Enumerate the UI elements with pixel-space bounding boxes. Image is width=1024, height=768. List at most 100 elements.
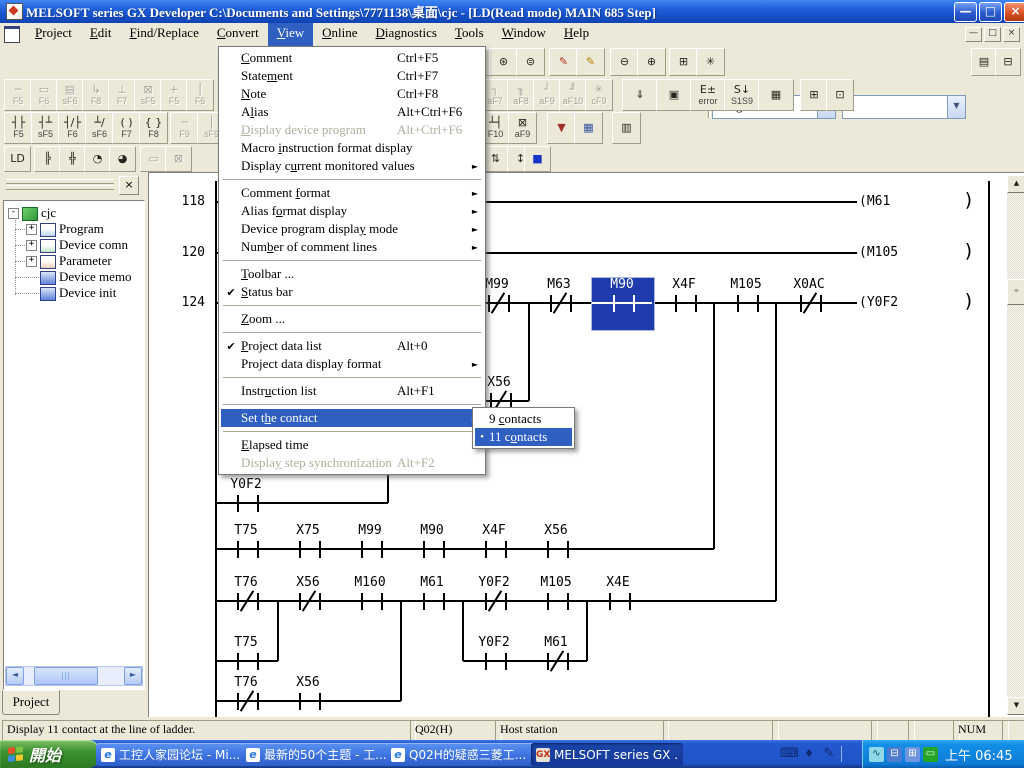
contact-no-m99[interactable]: [361, 541, 383, 558]
menu-item-toolbar-[interactable]: Toolbar ...: [221, 265, 483, 283]
contact-no-x56[interactable]: [299, 693, 321, 710]
contact-no-m160[interactable]: [361, 593, 383, 610]
coil-m61[interactable]: (M61: [859, 194, 890, 209]
connection-tray-icon[interactable]: ⊞: [905, 747, 920, 762]
contact-nc-y0f2[interactable]: [485, 593, 507, 610]
ladder-mode-button[interactable]: LD: [4, 146, 31, 172]
tree-item-program[interactable]: Program: [59, 221, 104, 237]
statement-tool-button[interactable]: ⊠: [165, 146, 192, 172]
batch-monitor-button[interactable]: ▦: [574, 112, 603, 144]
line-f8-button[interactable]: ↳F8: [82, 79, 110, 111]
find-replace-window-button[interactable]: ◕: [109, 146, 136, 172]
ladder-list-button[interactable]: ▥: [612, 112, 641, 144]
taskbar-task-3[interactable]: eQ02H的疑惑三菱工...: [386, 743, 538, 766]
convert-button[interactable]: ⇓: [622, 79, 658, 111]
comment-search-button[interactable]: ✳: [696, 48, 725, 76]
panel-close-button[interactable]: ×: [119, 176, 139, 195]
line-f5b-button[interactable]: +F5: [160, 79, 188, 111]
scroll-down-icon[interactable]: ▼: [1007, 697, 1024, 715]
project-data-toggle-button[interactable]: ╠: [34, 146, 61, 172]
contact-nc-t76[interactable]: [237, 693, 259, 710]
contact-no-y0f2[interactable]: [237, 495, 259, 512]
scroll-up-icon[interactable]: ▲: [1007, 175, 1024, 193]
contact-no-m105[interactable]: [737, 295, 759, 312]
menubar-item-diagnostics[interactable]: Diagnostics: [367, 23, 446, 46]
menubar-item-convert[interactable]: Convert: [208, 23, 268, 46]
menu-item-statement[interactable]: StatementCtrl+F7: [221, 67, 483, 85]
menubar-item-help[interactable]: Help: [555, 23, 598, 46]
comment-tool-button[interactable]: ▭: [140, 146, 167, 172]
activity-tray-icon[interactable]: ∿: [869, 747, 884, 762]
panel-grip[interactable]: [6, 185, 114, 190]
keyboard-icon[interactable]: ⌨: [780, 745, 798, 763]
document-icon[interactable]: [4, 26, 20, 43]
panel-grip[interactable]: [6, 179, 114, 184]
menubar-item-view[interactable]: View: [268, 23, 313, 46]
scrollbar-thumb[interactable]: [34, 667, 98, 685]
zoom-in-button[interactable]: ⊕: [637, 48, 666, 76]
tab-project[interactable]: Project: [2, 690, 60, 715]
wire-af9-button[interactable]: ┘aF9: [533, 79, 561, 111]
handwriting-icon[interactable]: ✎: [820, 745, 838, 763]
convert-error-button[interactable]: E±error: [690, 79, 726, 111]
find-instruction-button[interactable]: ⊜: [516, 48, 545, 76]
submenu-item-11-contacts[interactable]: •11 contacts: [475, 428, 572, 446]
open-contact-button[interactable]: ┤├F5: [4, 112, 33, 144]
line-f5-button[interactable]: ─F5: [4, 79, 32, 111]
tree-expander-expand[interactable]: +: [26, 224, 37, 235]
menu-item-elapsed-time[interactable]: Elapsed time: [221, 436, 483, 454]
contact-nc-t76[interactable]: [237, 593, 259, 610]
close-button[interactable]: ×: [1004, 2, 1024, 22]
monitor-tray-icon[interactable]: ▭: [923, 747, 938, 762]
contact-nc-m61[interactable]: [547, 653, 569, 670]
find-device-button[interactable]: ⊛: [489, 48, 518, 76]
convert-run-button[interactable]: ▣: [656, 79, 692, 111]
contact-nc-m63[interactable]: [550, 295, 572, 312]
menubar-item-project[interactable]: Project: [26, 23, 81, 46]
tree-item-parameter[interactable]: Parameter: [59, 253, 112, 269]
contact-no-x4f[interactable]: [675, 295, 697, 312]
restore-button[interactable]: □: [979, 2, 1002, 22]
wire-af10-button[interactable]: ╜aF10: [559, 79, 587, 111]
tree-item-cjc[interactable]: cjc: [41, 205, 56, 221]
wire-af8-button[interactable]: ╖aF8: [507, 79, 535, 111]
open-branch-button[interactable]: ┤┴sF5: [31, 112, 60, 144]
taskbar-clock[interactable]: 上午 06:45: [945, 745, 1013, 764]
scroll-left-icon[interactable]: ◄: [6, 667, 24, 685]
menu-item-comment-format[interactable]: Comment format►: [221, 184, 483, 202]
menubar-item-tools[interactable]: Tools: [446, 23, 493, 46]
tree-expander-collapse[interactable]: -: [8, 208, 19, 219]
contact-no-m90[interactable]: [423, 541, 445, 558]
menu-item-device-program-display-mode[interactable]: Device program display mode►: [221, 220, 483, 238]
menubar-item-findreplace[interactable]: Find/Replace: [121, 23, 208, 46]
application-instruction-button[interactable]: { }F8: [139, 112, 168, 144]
wire-cf9-button[interactable]: ✳cF9: [585, 79, 613, 111]
block-monitor-button[interactable]: ▦: [758, 79, 794, 111]
line-f6b-button[interactable]: │F6: [186, 79, 214, 111]
device-test-button[interactable]: ▼: [547, 112, 576, 144]
menu-item-set-the-contact[interactable]: Set the contact►: [221, 409, 483, 427]
coil-button[interactable]: ( )F7: [112, 112, 141, 144]
scroll-right-icon[interactable]: ►: [124, 667, 142, 685]
tree-expander-expand[interactable]: +: [26, 256, 37, 267]
menu-item-comment[interactable]: CommentCtrl+F5: [221, 49, 483, 67]
contact-nc-x0ac[interactable]: [800, 295, 822, 312]
block-down-button[interactable]: ⊡: [826, 79, 854, 111]
contact-no-t75[interactable]: [237, 653, 259, 670]
start-button[interactable]: 開始: [0, 740, 100, 768]
contact-no-t75[interactable]: [237, 541, 259, 558]
menu-item-number-of-comment-lines[interactable]: Number of comment lines►: [221, 238, 483, 256]
menu-item-display-step-synchronization[interactable]: Display step synchronizationAlt+F2: [221, 454, 483, 472]
find-window-button[interactable]: ◔: [84, 146, 111, 172]
step-run-button[interactable]: S↓S1S9: [724, 79, 760, 111]
tree-item-device-memo[interactable]: Device memo: [59, 269, 132, 285]
submenu-item-9-contacts[interactable]: 9 contacts: [475, 410, 572, 428]
monitor-mode-button[interactable]: ■: [524, 146, 551, 172]
contact-no-x4e[interactable]: [609, 593, 631, 610]
contact-no-x56[interactable]: [547, 541, 569, 558]
project-data-edit-button[interactable]: ╬: [59, 146, 86, 172]
tree-item-device-comn[interactable]: Device comn: [59, 237, 128, 253]
delete-line-button[interactable]: ⊠aF9: [508, 112, 537, 144]
menubar-item-window[interactable]: Window: [493, 23, 555, 46]
sort-ascending-button[interactable]: ⇅: [482, 146, 509, 172]
